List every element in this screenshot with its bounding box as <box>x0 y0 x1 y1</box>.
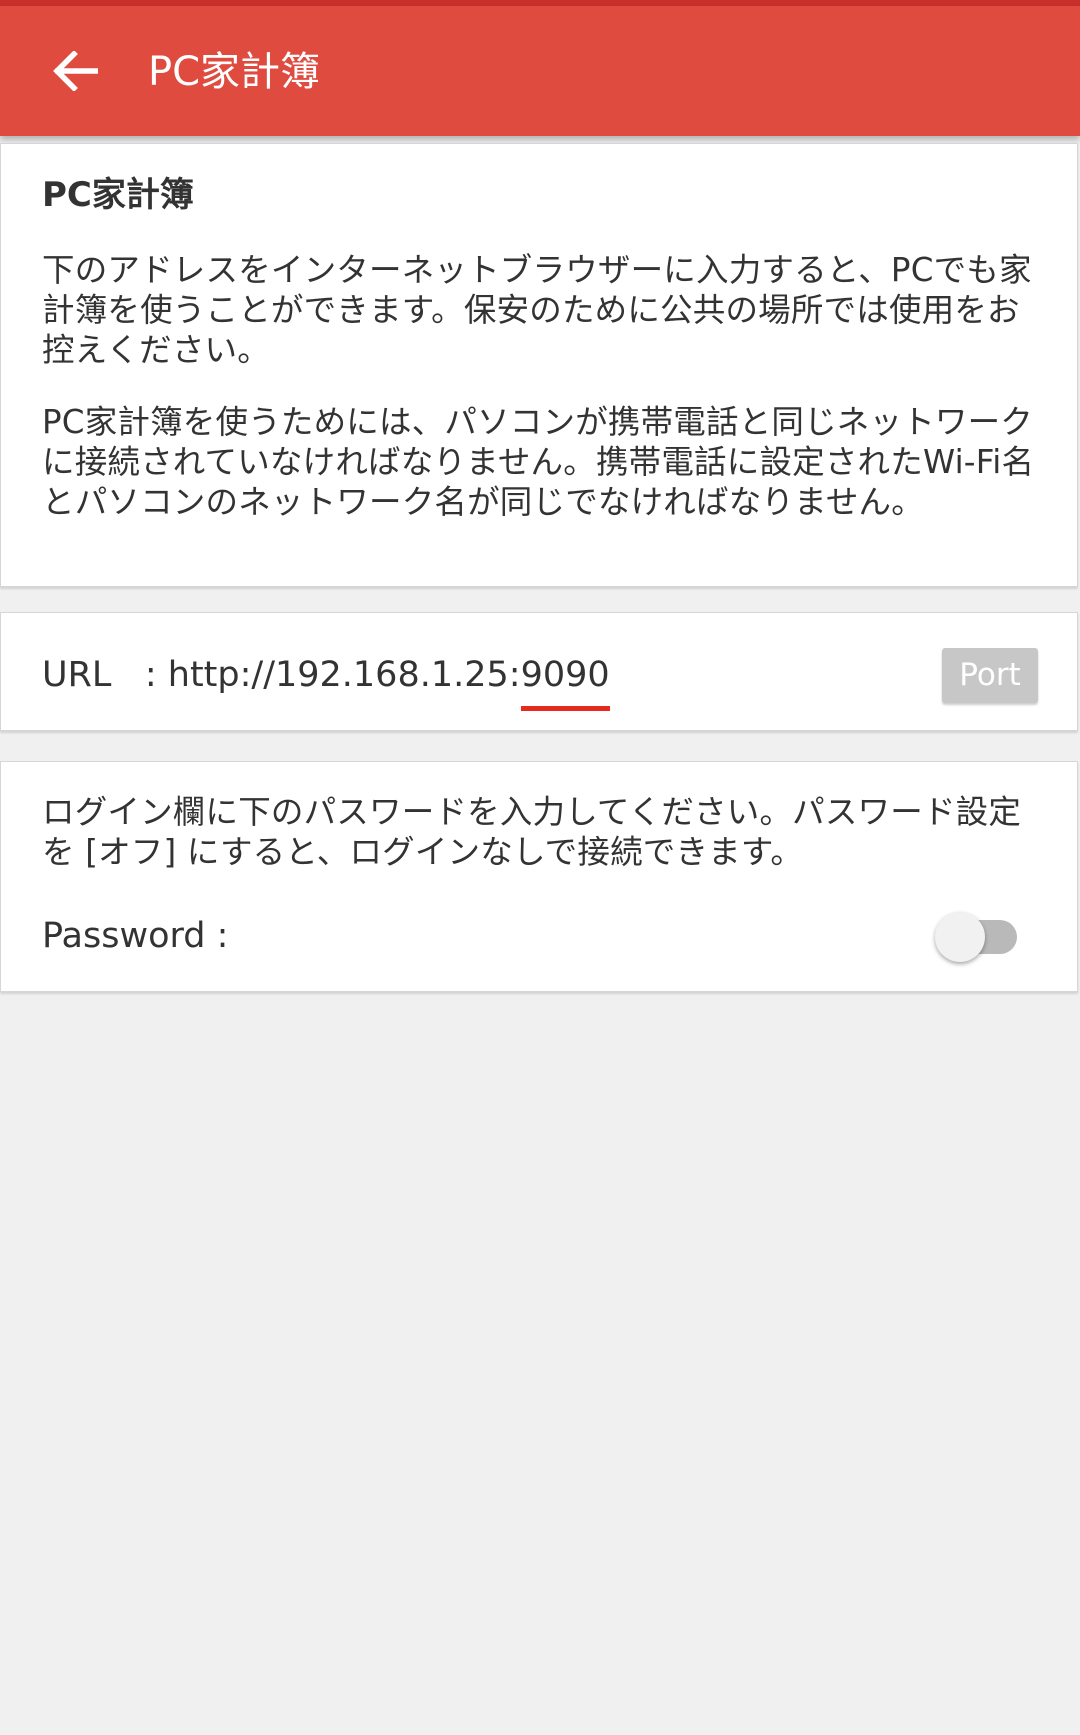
intro-paragraph-browser: 下のアドレスをインターネットブラウザーに入力すると、PCでも家計簿を使うことがで… <box>42 251 1032 369</box>
url-label: URL <box>42 655 112 695</box>
intro-paragraph-network: PC家計簿を使うためには、パソコンが携帯電話と同じネットワークに接続されていなけ… <box>42 403 1035 521</box>
url-base: http://192.168.1.25: <box>167 655 521 695</box>
intro-card-title: PC家計簿 <box>42 175 194 215</box>
url-row: URL : http://192.168.1.25: 9090 <box>42 650 610 711</box>
password-label: Password : <box>42 916 229 956</box>
password-description: ログイン欄に下のパスワードを入力してください。パスワード設定を [オフ] にする… <box>42 793 1022 871</box>
url-spacer <box>111 650 144 700</box>
arrow-left-icon <box>53 51 98 91</box>
url-port: 9090 <box>520 650 610 711</box>
port-button[interactable]: Port <box>942 648 1038 703</box>
app-bar: PC家計簿 <box>0 6 1080 136</box>
toggle-thumb <box>935 912 985 962</box>
url-gap <box>157 650 168 700</box>
url-separator: : <box>144 655 157 695</box>
password-toggle[interactable] <box>935 906 1021 966</box>
back-button[interactable] <box>40 36 110 106</box>
page-title: PC家計簿 <box>148 49 321 95</box>
